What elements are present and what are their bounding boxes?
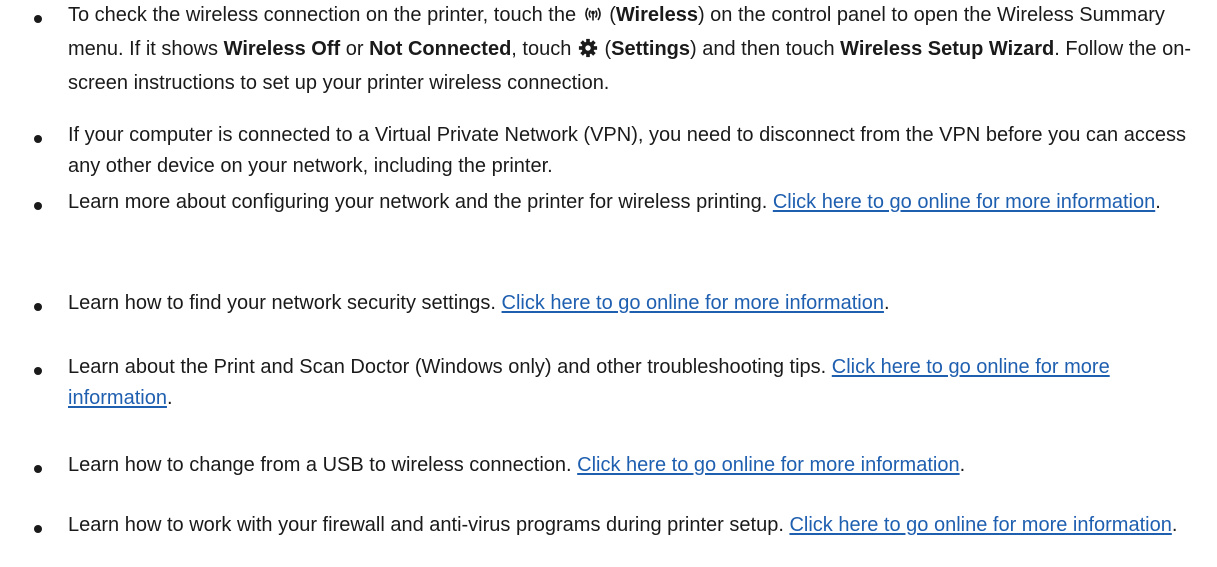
list-item-text: Learn how to find your network security …: [68, 288, 1200, 319]
bullet-icon: [34, 465, 42, 473]
text-segment: Learn about the Print and Scan Doctor (W…: [68, 356, 832, 378]
list-item-text: If your computer is connected to a Virtu…: [68, 124, 1186, 177]
text-segment: .: [883, 292, 890, 314]
settings-gear-icon: [577, 37, 599, 68]
text-segment: .: [166, 387, 173, 409]
more-info-link[interactable]: Click here to go online for more informa…: [577, 454, 959, 476]
more-info-link[interactable]: Click here to go online for more informa…: [789, 514, 1171, 536]
list-item-text: Learn about the Print and Scan Doctor (W…: [68, 352, 1200, 414]
bullet-icon: [34, 202, 42, 210]
bullet-icon: [34, 525, 42, 533]
wireless-off-label: Wireless Off: [223, 38, 341, 60]
text-segment: , touch: [511, 38, 577, 60]
text-segment: To check the wireless connection on the …: [68, 4, 582, 26]
troubleshooting-document: To check the wireless connection on the …: [0, 0, 1217, 567]
bullet-icon: [34, 367, 42, 375]
text-segment: (: [603, 4, 616, 26]
settings-label: Settings: [611, 38, 691, 60]
wireless-setup-wizard-label: Wireless Setup Wizard: [840, 38, 1055, 60]
not-connected-label: Not Connected: [369, 38, 512, 60]
wireless-icon: [582, 3, 604, 34]
bullet-icon: [34, 303, 42, 311]
text-segment: Learn how to find your network security …: [68, 292, 502, 314]
list-item-text: Learn how to change from a USB to wirele…: [68, 450, 1200, 481]
wireless-label: Wireless: [615, 4, 698, 26]
text-segment: .: [959, 454, 966, 476]
text-segment: .: [1171, 514, 1178, 536]
list-item-text: Learn more about configuring your networ…: [68, 187, 1200, 218]
more-info-link[interactable]: Click here to go online for more informa…: [502, 292, 884, 314]
text-segment: .: [1155, 191, 1161, 213]
text-segment: Learn how to change from a USB to wirele…: [68, 454, 578, 476]
bullet-icon: [34, 15, 42, 23]
more-info-link[interactable]: Click here to go online for more informa…: [773, 191, 1155, 213]
list-item-text: To check the wireless connection on the …: [68, 0, 1200, 99]
text-segment: Learn more about configuring your networ…: [68, 191, 773, 213]
list-item-text: Learn how to work with your firewall and…: [68, 510, 1200, 541]
text-segment: Learn how to work with your firewall and…: [68, 514, 790, 536]
text-segment: (: [598, 38, 612, 60]
bullet-icon: [34, 135, 42, 143]
text-segment: ) and then touch: [690, 38, 841, 60]
text-segment: or: [340, 38, 370, 60]
